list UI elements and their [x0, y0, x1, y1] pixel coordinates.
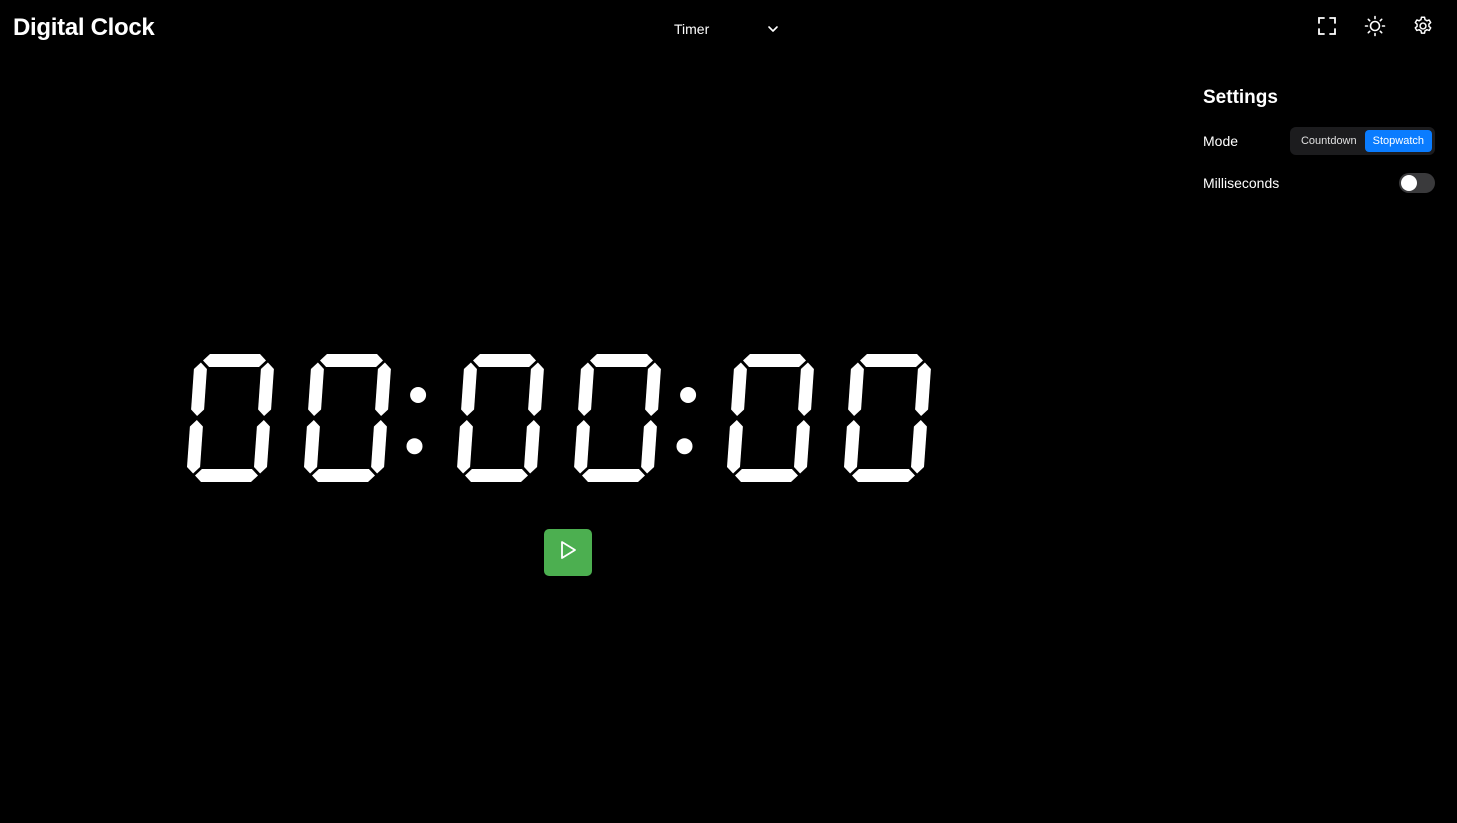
segment-b: [528, 362, 544, 416]
segment-a: [590, 354, 653, 367]
mode-label: Mode: [1203, 133, 1239, 149]
segment-b: [798, 362, 814, 416]
colon-dot: [676, 438, 693, 455]
play-button[interactable]: [544, 529, 592, 576]
segment-e: [844, 420, 860, 474]
segment-c: [254, 420, 270, 474]
segment-f: [191, 362, 207, 416]
segment-e: [457, 420, 473, 474]
brightness-icon: [1364, 15, 1386, 42]
theme-toggle-button[interactable]: [1359, 12, 1391, 44]
clock-mode-selected: Timer: [674, 21, 710, 37]
segment-f: [308, 362, 324, 416]
segment-a: [473, 354, 536, 367]
seven-segment-display: [187, 354, 931, 482]
colon-dot: [410, 387, 427, 403]
segment-a: [203, 354, 266, 367]
segment-f: [461, 362, 477, 416]
time-display: [180, 348, 950, 488]
colon-dot: [406, 438, 423, 455]
play-icon: [557, 539, 579, 566]
segment-a: [860, 354, 923, 367]
digit-0: [304, 354, 391, 482]
segment-b: [375, 362, 391, 416]
segment-b: [645, 362, 661, 416]
segment-c: [524, 420, 540, 474]
segment-c: [911, 420, 927, 474]
segment-a: [743, 354, 806, 367]
segment-a: [320, 354, 383, 367]
clock-mode-dropdown[interactable]: Timer: [664, 14, 790, 44]
digit-0: [574, 354, 661, 482]
segment-f: [731, 362, 747, 416]
segment-b: [258, 362, 274, 416]
segment-c: [641, 420, 657, 474]
colon-separator: [406, 387, 427, 455]
digit-0: [844, 354, 931, 482]
segment-e: [187, 420, 203, 474]
segment-d: [735, 469, 798, 482]
mode-segmented-control: Countdown Stopwatch: [1289, 127, 1435, 155]
digit-0: [727, 354, 814, 482]
segment-d: [582, 469, 645, 482]
digit-0: [457, 354, 544, 482]
fullscreen-button[interactable]: [1311, 12, 1343, 44]
segment-e: [574, 420, 590, 474]
mode-setting-row: Mode Countdown Stopwatch: [1203, 126, 1435, 156]
milliseconds-label: Milliseconds: [1203, 175, 1280, 191]
segment-e: [304, 420, 320, 474]
segment-c: [371, 420, 387, 474]
settings-button[interactable]: [1407, 12, 1439, 44]
mode-option-countdown[interactable]: Countdown: [1293, 130, 1365, 152]
digit-0: [187, 354, 274, 482]
segment-f: [848, 362, 864, 416]
milliseconds-toggle[interactable]: [1399, 173, 1435, 193]
milliseconds-setting-row: Milliseconds: [1203, 168, 1435, 198]
segment-d: [852, 469, 915, 482]
settings-panel: Settings Mode Countdown Stopwatch Millis…: [1203, 84, 1435, 210]
toggle-knob: [1401, 175, 1417, 191]
segment-f: [578, 362, 594, 416]
fullscreen-icon: [1317, 16, 1337, 41]
app-title: Digital Clock: [13, 14, 155, 41]
digital-clock-app: Digital Clock Timer Settings Mode Countd…: [0, 0, 1457, 823]
colon-dot: [680, 387, 697, 403]
segment-d: [195, 469, 258, 482]
mode-option-stopwatch[interactable]: Stopwatch: [1364, 130, 1432, 152]
settings-title: Settings: [1203, 87, 1278, 108]
top-toolbar: [1311, 12, 1439, 44]
chevron-down-icon: [766, 22, 780, 36]
segment-b: [915, 362, 931, 416]
segment-e: [727, 420, 743, 474]
segment-c: [794, 420, 810, 474]
segment-d: [312, 469, 375, 482]
colon-separator: [676, 387, 697, 455]
settings-gear-icon: [1412, 15, 1434, 42]
segment-d: [465, 469, 528, 482]
